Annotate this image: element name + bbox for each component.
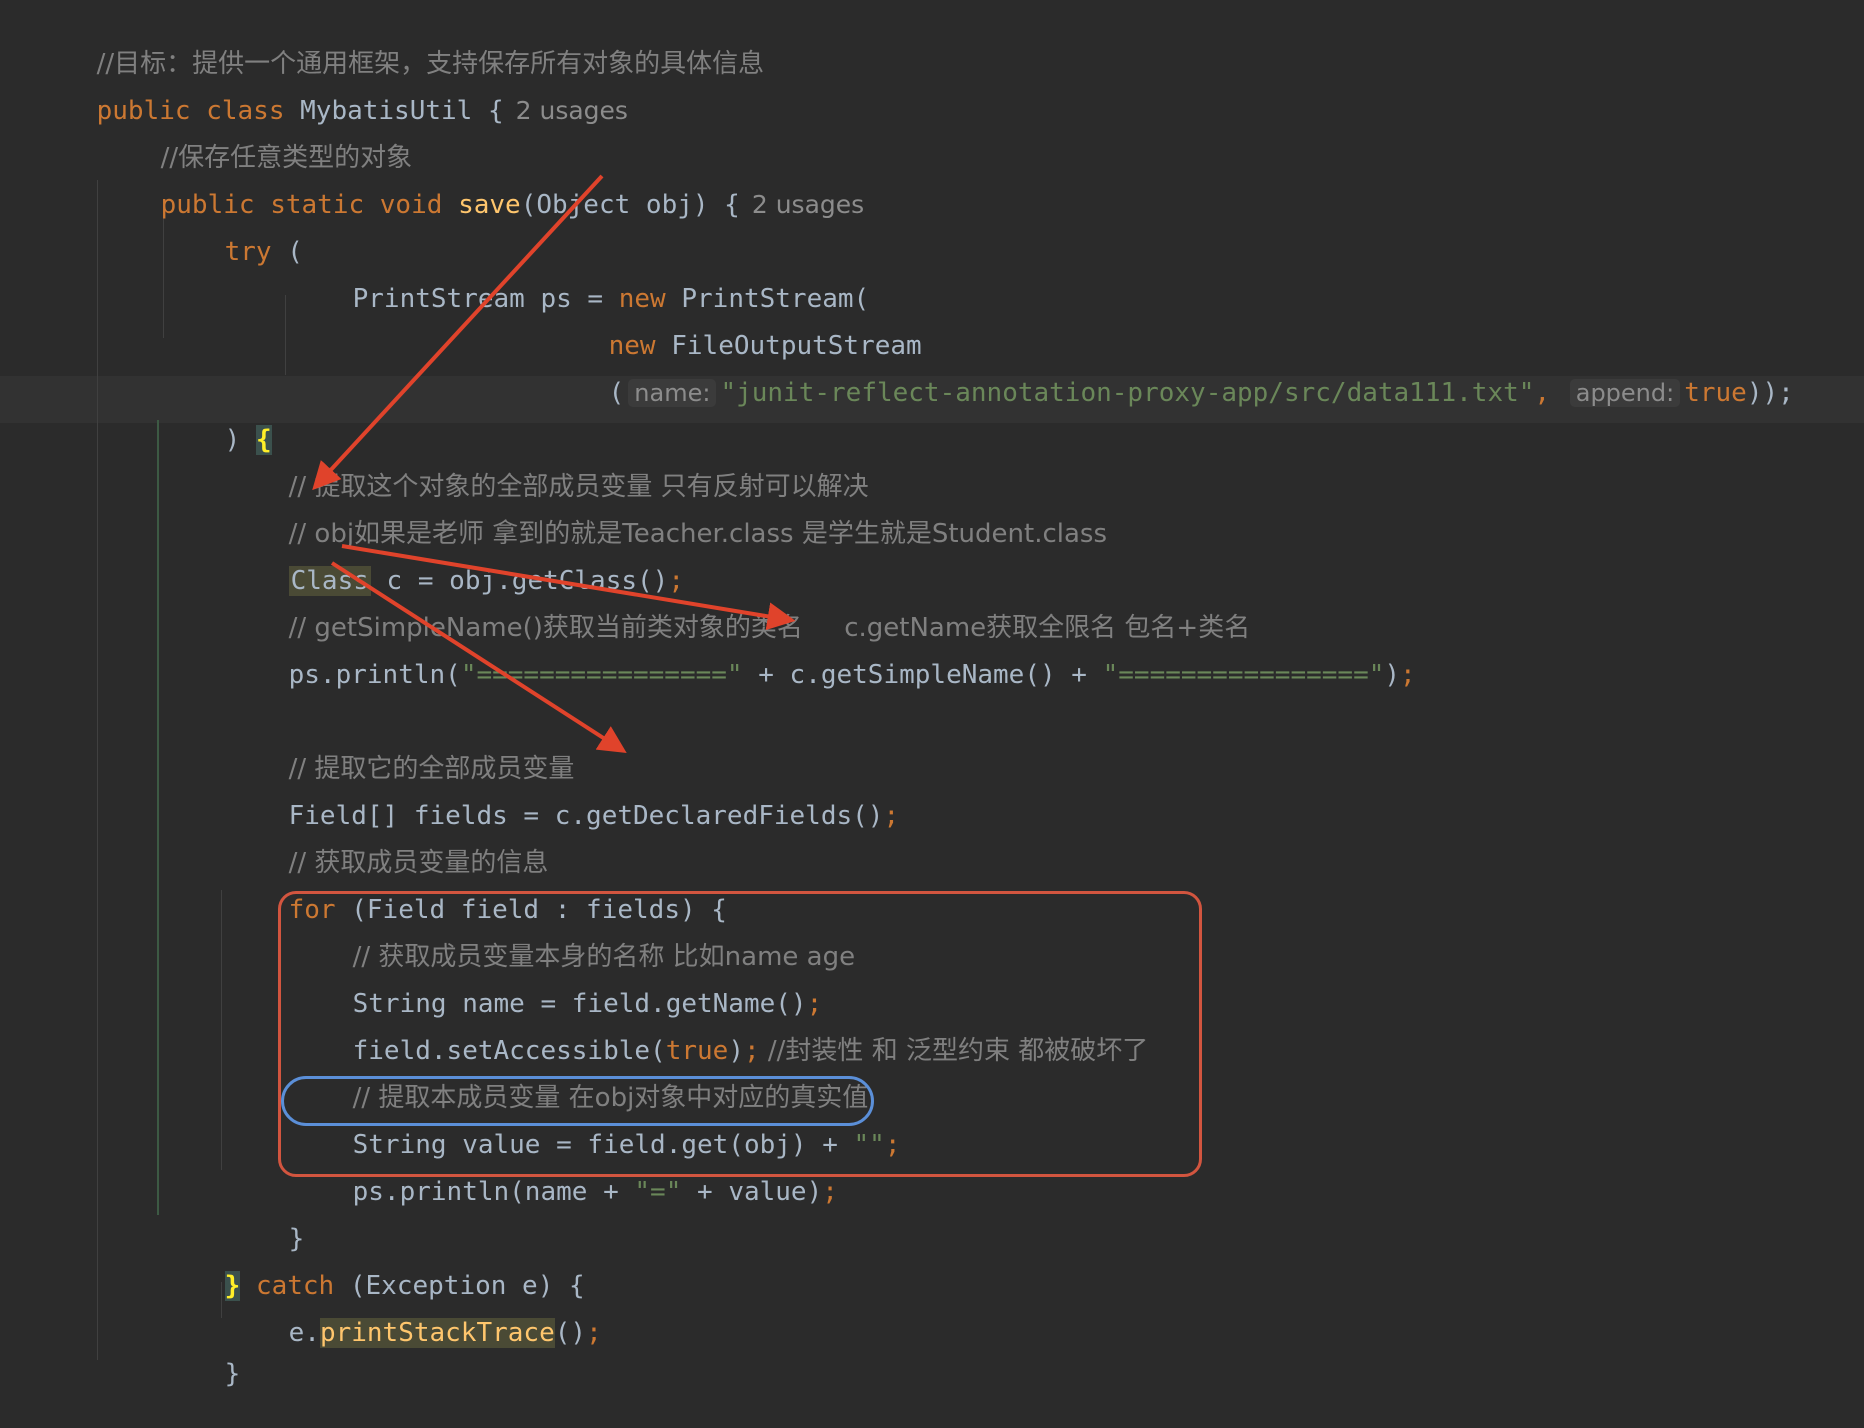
string-literal: "================" (460, 660, 743, 690)
code-line-16[interactable]: // 提取它的全部成员变量 (226, 715, 575, 784)
code-line-8[interactable]: (name: "junit-reflect-annotation-proxy-ap… (546, 339, 1794, 408)
code-line-13[interactable]: // getSimpleName()获取当前类对象的类名 c.getName获取… (226, 574, 1251, 643)
keyword: try (224, 237, 272, 267)
scope-indent-guide (157, 420, 159, 1215)
indent-guide (97, 180, 98, 1360)
param-hint-name: name: (628, 379, 717, 407)
code-line-29[interactable]: } (162, 1320, 241, 1389)
indent-guide (221, 890, 222, 1170)
code-text: ps.println(name + (352, 1177, 635, 1207)
code-line-2[interactable]: public class MybatisUtil {2 usages (34, 57, 628, 126)
code-line-1[interactable]: //目标：提供一个通用框架，支持保存所有对象的具体信息 (34, 10, 765, 79)
code-line-12[interactable]: Class c = obj.getClass(); (226, 527, 684, 596)
indent-guide (285, 295, 286, 375)
string-literal: "================" (1102, 660, 1385, 690)
semicolon: ; (1400, 660, 1416, 690)
code-line-27[interactable]: } catch (Exception e) { (162, 1232, 585, 1301)
code-text: ps.println( (288, 660, 461, 690)
code-line-3[interactable]: //保存任意类型的对象 (98, 104, 413, 173)
code-line-10[interactable]: // 提取这个对象的全部成员变量 只有反射可以解决 (226, 433, 869, 502)
paren: ( (608, 378, 625, 408)
string-literal: "=" (634, 1177, 682, 1207)
semicolon: ; (883, 801, 900, 831)
comma: , (1534, 378, 1551, 408)
code-line-18[interactable]: // 获取成员变量的信息 (226, 809, 549, 878)
code-line-11[interactable]: // obj如果是老师 拿到的就是Teacher.class 是学生就是Stud… (226, 480, 1107, 549)
method-name: save (458, 190, 521, 220)
paren: )); (1746, 378, 1794, 408)
code-line-9[interactable]: ) { (162, 386, 272, 455)
semicolon: ; (822, 1177, 838, 1207)
paren: () (554, 1318, 587, 1348)
brace: } (224, 1359, 241, 1389)
code-line-4[interactable]: public static void save(Object obj) {2 u… (98, 151, 865, 220)
code-line-17[interactable]: Field[] fields = c.getDeclaredFields(); (226, 762, 899, 831)
keyword: void (379, 190, 443, 220)
code-line-7[interactable]: new FileOutputStream (546, 292, 922, 361)
code-text: e. (288, 1318, 320, 1348)
code-line-19[interactable]: for (Field field : fields) { (226, 856, 727, 925)
editor-gutter[interactable] (0, 0, 14, 1362)
code-editor[interactable]: //目标：提供一个通用框架，支持保存所有对象的具体信息 public class… (0, 0, 1864, 1389)
code-line-14[interactable]: ps.println("================" + c.getSim… (226, 621, 1416, 690)
code-line-28[interactable]: e.printStackTrace(); (226, 1279, 602, 1348)
highlighted-method: printStackTrace (319, 1318, 555, 1348)
semicolon: ; (586, 1318, 602, 1348)
paren: ) (1384, 660, 1401, 690)
string-literal: "junit-reflect-annotation-proxy-app/src/… (720, 378, 1535, 408)
param-hint-append: append: (1569, 379, 1681, 407)
usages-hint[interactable]: 2 usages (752, 190, 864, 219)
usages-hint[interactable]: 2 usages (516, 96, 628, 125)
code-text: + c.getSimpleName() + (742, 660, 1103, 690)
annotation-box-red (278, 891, 1202, 1177)
code-text: + value) (681, 1177, 823, 1207)
code-line-5[interactable]: try ( (162, 198, 303, 267)
keyword: true (1684, 378, 1747, 408)
code-line-26[interactable]: } (226, 1185, 305, 1254)
method-signature: (Object obj) { (520, 190, 740, 220)
annotation-ellipse-blue (281, 1076, 874, 1126)
code-line-6[interactable]: PrintStream ps = new PrintStream( (290, 245, 870, 314)
